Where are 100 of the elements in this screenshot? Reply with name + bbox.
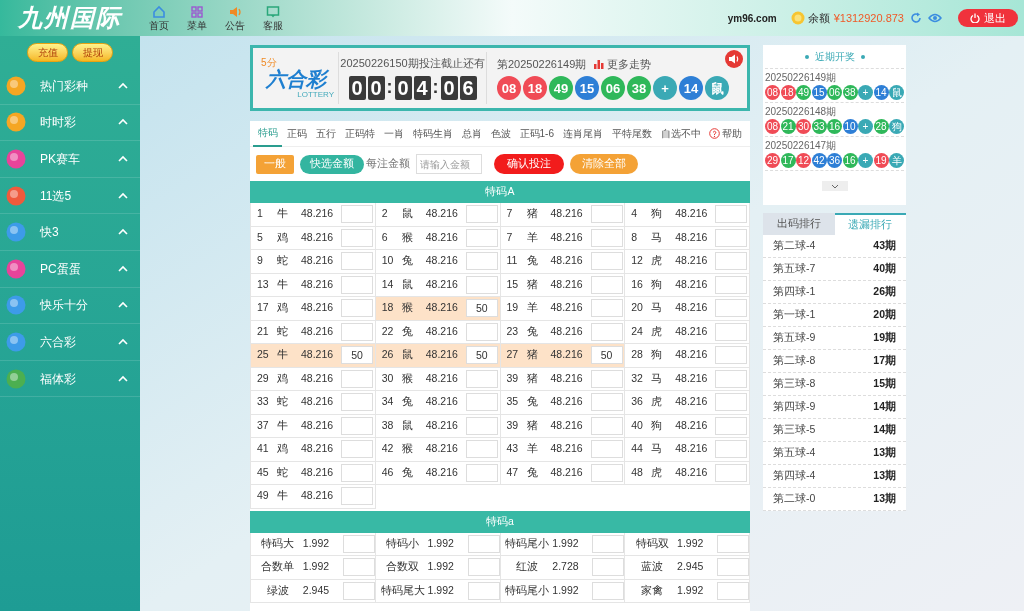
bet-amount-field[interactable] xyxy=(465,416,498,435)
bet-cell[interactable]: 34 兔 48.216 xyxy=(375,391,501,415)
bet-cell[interactable]: 7 猪 48.216 xyxy=(500,203,626,227)
bet-cell[interactable]: 11 兔 48.216 xyxy=(500,250,626,274)
bet-cell[interactable]: 22 兔 48.216 xyxy=(375,320,501,344)
bet-amount-field[interactable] xyxy=(341,228,373,247)
bet-cell[interactable]: 特码尾大 1.992 xyxy=(375,579,501,603)
bet-cell[interactable]: 特码尾小 1.992 xyxy=(500,579,626,603)
tab[interactable]: 正码1-6 xyxy=(515,120,559,147)
expand-button[interactable] xyxy=(821,181,848,191)
bet-cell[interactable]: 45 蛇 48.216 xyxy=(251,461,376,485)
bet-amount-field[interactable] xyxy=(590,322,623,341)
nav-link[interactable]: 菜单 xyxy=(187,20,207,32)
bet-cell[interactable]: 特码尾小 1.992 xyxy=(500,532,626,556)
bet-amount-field[interactable] xyxy=(715,252,748,271)
tab[interactable]: 自选不中 xyxy=(656,120,706,147)
bet-amount-field[interactable] xyxy=(717,581,749,600)
bet-amount-field[interactable]: 50 xyxy=(465,299,498,318)
bet-amount-field[interactable] xyxy=(467,534,500,553)
nav-link[interactable]: 公告 xyxy=(225,20,245,32)
bet-cell[interactable]: 特码大 1.992 xyxy=(251,532,376,556)
bet-amount-field[interactable] xyxy=(341,463,373,482)
bet-amount-field[interactable] xyxy=(590,416,623,435)
trend-link[interactable]: 更多走势 xyxy=(594,55,652,73)
bet-amount-field[interactable] xyxy=(590,252,623,271)
bet-amount-field[interactable]: 50 xyxy=(465,346,498,365)
action-button[interactable]: 充值 xyxy=(27,42,68,62)
bet-amount-field[interactable] xyxy=(465,440,498,459)
bet-amount-field[interactable] xyxy=(341,487,373,506)
bet-amount-field[interactable] xyxy=(590,440,623,459)
bet-cell[interactable]: 红波 2.728 xyxy=(500,556,626,580)
bet-amount-field[interactable] xyxy=(465,228,498,247)
bet-cell[interactable]: 49 牛 48.216 xyxy=(251,485,376,509)
bet-amount-field[interactable] xyxy=(341,369,373,388)
tab[interactable]: 正码 xyxy=(282,120,311,147)
bet-cell[interactable]: 合数双 1.992 xyxy=(375,556,501,580)
bet-cell[interactable]: 40 狗 48.216 xyxy=(625,414,750,438)
bet-amount-field[interactable] xyxy=(590,299,623,318)
bet-amount-field[interactable] xyxy=(715,416,748,435)
bet-amount-field[interactable] xyxy=(342,558,375,577)
bet-cell[interactable]: 37 牛 48.216 xyxy=(251,414,376,438)
bet-cell[interactable]: 36 虎 48.216 xyxy=(625,391,750,415)
bet-cell[interactable]: 44 马 48.216 xyxy=(625,438,750,462)
bet-amount-field[interactable] xyxy=(715,463,748,482)
bet-amount-field[interactable] xyxy=(341,440,373,459)
bet-cell[interactable]: 17 鸡 48.216 xyxy=(251,297,376,321)
bet-amount-field[interactable] xyxy=(465,393,498,412)
bet-amount-field[interactable] xyxy=(465,205,498,224)
bet-cell[interactable]: 24 虎 48.216 xyxy=(625,320,750,344)
bet-amount-field[interactable] xyxy=(715,228,748,247)
bet-amount-field[interactable] xyxy=(467,558,500,577)
bet-cell[interactable]: 39 猪 48.216 xyxy=(500,367,626,391)
tab[interactable]: 平特尾数 xyxy=(607,120,657,147)
tab[interactable]: 出码排行 xyxy=(763,213,835,235)
bet-cell[interactable]: 28 狗 48.216 xyxy=(625,344,750,368)
bet-cell[interactable]: 绿波 2.945 xyxy=(251,579,376,603)
bet-amount-field[interactable] xyxy=(341,205,373,224)
bet-cell[interactable]: 蓝波 2.945 xyxy=(625,556,750,580)
tab[interactable]: 特码生肖 xyxy=(408,120,457,147)
bet-amount-field[interactable] xyxy=(592,558,625,577)
bet-cell[interactable]: 13 牛 48.216 xyxy=(251,273,376,297)
bet-amount-field[interactable] xyxy=(341,252,373,271)
bet-cell[interactable]: 38 鼠 48.216 xyxy=(375,414,501,438)
bet-cell[interactable]: 19 羊 48.216 xyxy=(500,297,626,321)
bet-amount-field[interactable] xyxy=(467,581,500,600)
logout-button[interactable]: 退出 xyxy=(958,9,1018,27)
bet-amount-field[interactable] xyxy=(715,369,748,388)
bet-amount-field[interactable] xyxy=(341,416,373,435)
bet-cell[interactable]: 4 狗 48.216 xyxy=(625,203,750,227)
bet-cell[interactable]: 9 蛇 48.216 xyxy=(251,250,376,274)
bet-amount-field[interactable] xyxy=(715,440,748,459)
bet-cell[interactable]: 43 羊 48.216 xyxy=(500,438,626,462)
tab[interactable]: 总肖 xyxy=(457,120,486,147)
nav-link[interactable]: 首页 xyxy=(149,20,169,32)
bet-cell[interactable]: 14 鼠 48.216 xyxy=(375,273,501,297)
action-button[interactable]: 提现 xyxy=(72,42,113,62)
bet-cell[interactable]: 20 马 48.216 xyxy=(625,297,750,321)
bet-amount-field[interactable]: 50 xyxy=(590,346,623,365)
bet-amount-field[interactable] xyxy=(590,393,623,412)
bet-cell[interactable]: 23 兔 48.216 xyxy=(500,320,626,344)
tab[interactable]: 五行 xyxy=(311,120,340,147)
tab[interactable]: 色波 xyxy=(486,120,515,147)
tab[interactable]: 特码 xyxy=(253,120,282,147)
bet-amount-field[interactable] xyxy=(715,205,748,224)
bet-cell[interactable]: 2 鼠 48.216 xyxy=(375,203,501,227)
bet-cell[interactable]: 7 羊 48.216 xyxy=(500,226,626,250)
help-link[interactable]: 帮助 xyxy=(709,126,743,141)
bet-amount-field[interactable] xyxy=(465,275,498,294)
bet-amount-field[interactable] xyxy=(592,534,625,553)
bet-cell[interactable]: 16 狗 48.216 xyxy=(625,273,750,297)
bet-amount-field[interactable] xyxy=(341,299,373,318)
bet-cell[interactable]: 12 虎 48.216 xyxy=(625,250,750,274)
bet-amount-field[interactable] xyxy=(715,346,748,365)
bet-amount-field[interactable] xyxy=(590,205,623,224)
nav-link[interactable]: 客服 xyxy=(263,20,283,32)
bet-cell[interactable]: 18 猴 48.216 50 xyxy=(375,297,501,321)
bet-cell[interactable]: 27 猪 48.216 50 xyxy=(500,344,626,368)
bet-cell[interactable]: 10 兔 48.216 xyxy=(375,250,501,274)
bet-cell[interactable]: 33 蛇 48.216 xyxy=(251,391,376,415)
bet-cell[interactable]: 8 马 48.216 xyxy=(625,226,750,250)
